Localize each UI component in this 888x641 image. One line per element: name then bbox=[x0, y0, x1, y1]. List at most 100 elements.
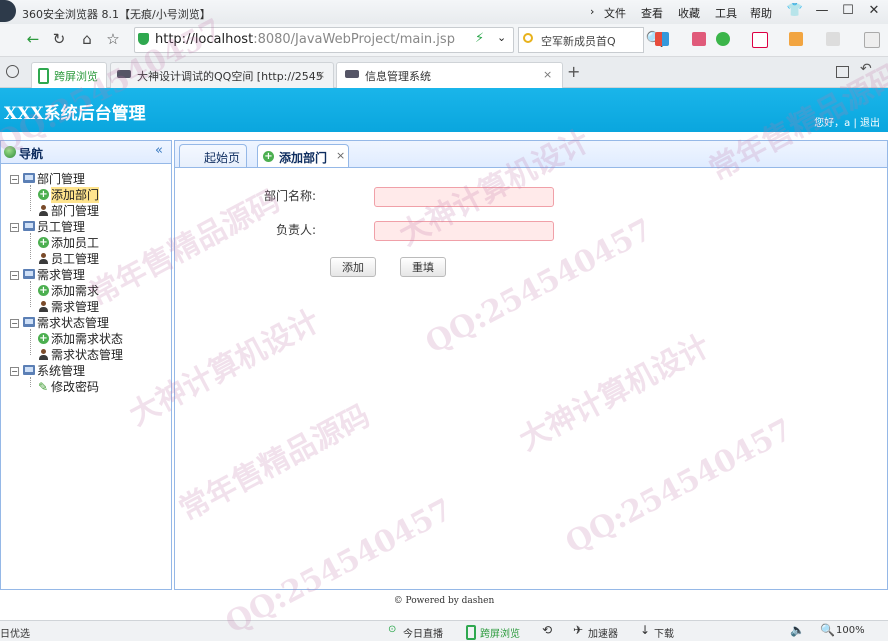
tree-guide-line bbox=[30, 185, 31, 211]
back-icon[interactable]: ← bbox=[22, 28, 44, 50]
nav-item-label: 员工管理 bbox=[51, 252, 100, 266]
browser-title-bar: 360安全浏览器 8.1【无痕/小号浏览】 › 文件 查看 收藏 工具 帮助 👕… bbox=[0, 0, 888, 24]
menu-tools[interactable]: 工具 bbox=[715, 5, 737, 21]
money-icon[interactable] bbox=[716, 32, 730, 46]
menu-file[interactable]: 文件 bbox=[604, 5, 626, 21]
status-download[interactable]: 下载 bbox=[654, 625, 674, 640]
user-icon bbox=[38, 349, 49, 361]
zoom-icon[interactable]: 🔍 bbox=[820, 623, 835, 637]
coupon-icon[interactable] bbox=[789, 32, 803, 46]
nav-item-label: 添加部门 bbox=[51, 187, 100, 203]
zoom-level[interactable]: 100% bbox=[836, 625, 865, 636]
restore-tab-icon[interactable] bbox=[836, 66, 849, 78]
nav-panel-header: 导航 « bbox=[1, 141, 171, 164]
status-cross-screen[interactable]: 跨屏浏览 bbox=[480, 625, 520, 640]
download-icon[interactable]: ↓ bbox=[640, 623, 650, 637]
status-left[interactable]: 日优选 bbox=[0, 625, 30, 640]
tab-start-page[interactable]: 起始页 bbox=[179, 144, 247, 167]
menu-view[interactable]: 查看 bbox=[641, 5, 663, 21]
user-icon bbox=[38, 253, 49, 265]
browser-status-bar: 日优选 ⊙ 今日直播 跨屏浏览 ⟲ ✈ 加速器 ↓ 下载 🔈 🔍 100% bbox=[0, 620, 888, 641]
close-window-icon[interactable]: ✕ bbox=[864, 2, 884, 20]
tab-close-icon[interactable]: × bbox=[316, 68, 325, 81]
manager-input[interactable] bbox=[374, 221, 554, 241]
app-title: XXX系统后台管理 bbox=[4, 104, 146, 124]
phone-icon[interactable] bbox=[466, 625, 476, 640]
search-engine-icon bbox=[523, 33, 533, 43]
browser-tab-bar: 跨屏浏览 大神设计调试的QQ空间 [http://2545 × 信息管理系统 ×… bbox=[0, 57, 888, 88]
collapse-icon[interactable]: « bbox=[155, 143, 163, 158]
add-button[interactable]: 添加 bbox=[330, 257, 376, 277]
swirl-icon[interactable]: ⟲ bbox=[542, 623, 552, 637]
status-live[interactable]: 今日直播 bbox=[403, 625, 443, 640]
tree-guide-line bbox=[30, 377, 31, 387]
home-icon[interactable]: ⌂ bbox=[76, 28, 98, 50]
star-icon[interactable]: ☆ bbox=[102, 28, 124, 50]
address-host: http://localhost bbox=[155, 32, 254, 47]
collapse-toggle-icon[interactable]: − bbox=[10, 223, 19, 232]
tab-add-department[interactable]: + 添加部门 × bbox=[257, 144, 349, 167]
nav-group-label: 部门管理 bbox=[37, 172, 86, 186]
minimize-icon[interactable]: — bbox=[812, 2, 832, 20]
menu-favorites[interactable]: 收藏 bbox=[678, 5, 700, 21]
tab-close-icon[interactable]: × bbox=[543, 68, 552, 81]
nav-item-label: 部门管理 bbox=[51, 204, 100, 218]
browser-logo-icon bbox=[0, 0, 16, 22]
tab-label: 添加部门 bbox=[279, 151, 328, 165]
collapse-toggle-icon[interactable]: − bbox=[10, 319, 19, 328]
menu-chevron-icon[interactable]: › bbox=[590, 5, 594, 18]
maximize-icon[interactable]: ☐ bbox=[838, 2, 858, 20]
nav-globe-icon bbox=[4, 146, 16, 158]
shield-icon bbox=[138, 33, 149, 45]
tab-label: 起始页 bbox=[204, 151, 241, 165]
ad-block-icon[interactable] bbox=[752, 32, 768, 48]
app-header: XXX系统后台管理 您好，a | 退出 bbox=[0, 88, 888, 132]
browser-tab-qq-space[interactable]: 大神设计调试的QQ空间 [http://2545 × bbox=[110, 62, 334, 88]
scissors-icon[interactable] bbox=[864, 32, 880, 48]
skin-icon[interactable]: 👕 bbox=[785, 2, 805, 20]
dropdown-icon[interactable]: ⌄ bbox=[497, 31, 506, 44]
monitor-icon bbox=[23, 269, 35, 279]
refresh-icon[interactable]: ↻ bbox=[48, 28, 70, 50]
status-accelerator[interactable]: 加速器 bbox=[588, 625, 618, 640]
nav-title: 导航 bbox=[19, 147, 44, 161]
rocket-icon[interactable]: ✈ bbox=[573, 623, 583, 637]
flash-icon[interactable]: ⚡ bbox=[475, 31, 484, 46]
phone-icon bbox=[38, 68, 49, 84]
dept-name-input[interactable] bbox=[374, 187, 554, 207]
search-input[interactable]: 空军新成员首Q bbox=[541, 33, 616, 49]
translate-icon[interactable] bbox=[826, 32, 840, 46]
search-box[interactable]: 空军新成员首Q bbox=[518, 27, 644, 53]
monitor-icon bbox=[23, 173, 35, 183]
mail-icon[interactable] bbox=[692, 32, 706, 46]
collapse-toggle-icon[interactable]: − bbox=[10, 367, 19, 376]
dept-name-label: 部门名称: bbox=[264, 189, 317, 203]
footer-powered-by: © Powered by dashen bbox=[393, 596, 495, 606]
tab-close-icon[interactable]: × bbox=[336, 149, 345, 162]
center-panel: 起始页 + 添加部门 × 部门名称: 负责人: 添加 重填 bbox=[174, 140, 888, 590]
nav-tree: − 部门管理 + 添加部门 部门管理 − 员工管理 + 添加员工 员工管理 − 需求管理 + 添加需求 需求… bbox=[1, 171, 171, 581]
address-path: :8080/JavaWebProject/main.jsp bbox=[253, 32, 455, 47]
user-greeting-logout[interactable]: 您好，a | 退出 bbox=[814, 114, 880, 129]
browser-tab-cross-screen[interactable]: 跨屏浏览 bbox=[31, 62, 107, 88]
collapse-toggle-icon[interactable]: − bbox=[10, 271, 19, 280]
collapse-toggle-icon[interactable]: − bbox=[10, 175, 19, 184]
tree-guide-line bbox=[30, 233, 31, 259]
undo-icon[interactable]: ↶ bbox=[860, 61, 872, 77]
reset-button[interactable]: 重填 bbox=[400, 257, 446, 277]
nav-item-label: 修改密码 bbox=[51, 380, 100, 394]
browser-toolbar: ← ↻ ⌂ ☆ http://localhost:8080/JavaWebPro… bbox=[0, 24, 888, 57]
sound-icon[interactable]: 🔈 bbox=[790, 623, 805, 637]
new-tab-icon[interactable]: + bbox=[567, 62, 580, 81]
add-icon: + bbox=[38, 189, 49, 200]
nav-group-label: 系统管理 bbox=[37, 364, 86, 378]
apps-icon[interactable] bbox=[655, 32, 669, 46]
monitor-icon bbox=[23, 317, 35, 327]
add-icon: + bbox=[38, 333, 49, 344]
play-icon[interactable]: ⊙ bbox=[388, 624, 396, 635]
add-icon: + bbox=[263, 151, 274, 162]
user-circle-icon[interactable] bbox=[6, 65, 19, 78]
browser-tab-info-system[interactable]: 信息管理系统 × bbox=[336, 62, 563, 88]
menu-help[interactable]: 帮助 bbox=[750, 5, 772, 21]
address-bar[interactable]: http://localhost:8080/JavaWebProject/mai… bbox=[134, 27, 514, 53]
